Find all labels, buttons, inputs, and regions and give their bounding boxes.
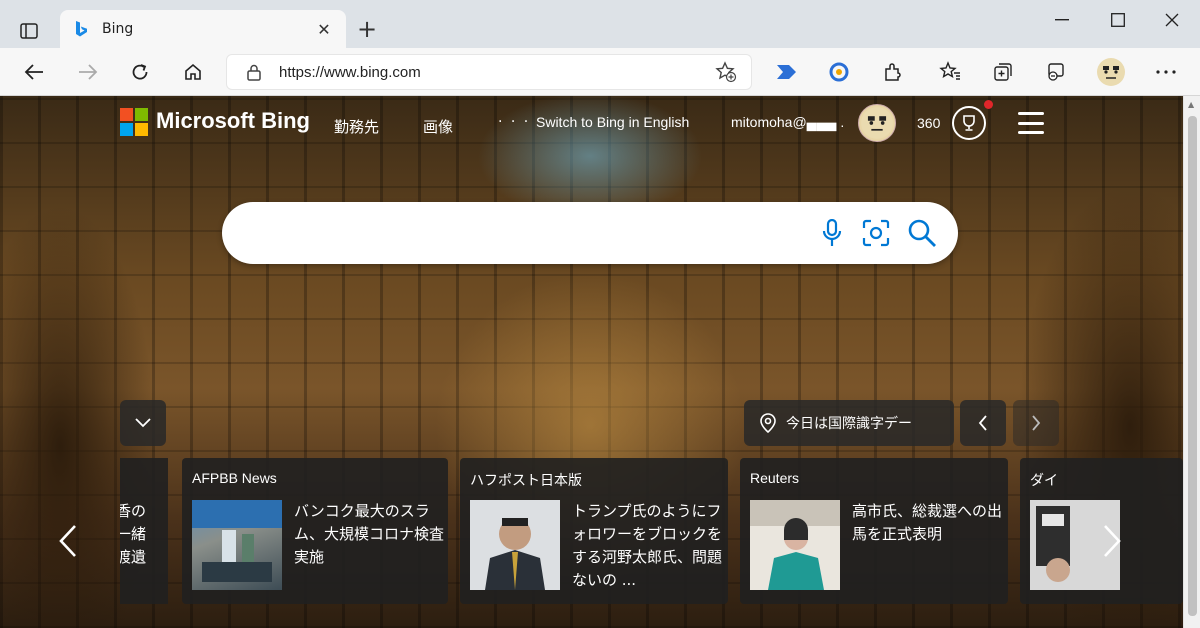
maximize-button[interactable]	[1090, 6, 1146, 34]
news-next-arrow-icon[interactable]	[1102, 524, 1122, 566]
tab-close-icon[interactable]: ✕	[314, 20, 334, 39]
more-nav-button[interactable]: · · ·	[498, 114, 530, 130]
tab-actions-icon[interactable]	[14, 16, 44, 46]
extension-arrow-icon[interactable]	[770, 56, 802, 88]
new-tab-button[interactable]: +	[352, 14, 382, 44]
settings-more-icon[interactable]	[1150, 56, 1182, 88]
tab-strip: Bing ✕ +	[0, 0, 1200, 48]
home-button[interactable]	[177, 56, 209, 88]
news-headline: 高市氏、総裁選への出馬を正式表明	[852, 502, 1003, 543]
news-headline: バンコク最大のスラム、大規模コロナ検査実施	[294, 502, 445, 566]
address-bar[interactable]: https://www.bing.com	[226, 54, 752, 90]
news-thumbnail	[750, 500, 840, 590]
search-box	[222, 202, 958, 264]
location-pin-icon	[760, 413, 776, 433]
menu-icon[interactable]	[1018, 112, 1044, 134]
brand-title[interactable]: Microsoft Bing	[156, 108, 310, 134]
news-source: ダイ	[1030, 472, 1058, 488]
user-email[interactable]: mitomoha@▄▄▄ .	[731, 114, 844, 130]
profile-avatar[interactable]	[1094, 55, 1128, 89]
news-headline: 香の 一緒 渡遺 .	[120, 502, 147, 589]
microphone-icon[interactable]	[816, 217, 848, 249]
next-image-button[interactable]	[1013, 400, 1059, 446]
extension-search-icon[interactable]	[823, 56, 855, 88]
news-thumbnail	[470, 500, 560, 590]
nav-images[interactable]: 画像	[423, 116, 453, 137]
url-text[interactable]: https://www.bing.com	[279, 64, 713, 81]
user-avatar[interactable]	[858, 104, 896, 142]
ie-mode-icon[interactable]	[1040, 56, 1072, 88]
forward-button[interactable]	[72, 56, 104, 88]
previous-image-button[interactable]	[960, 400, 1006, 446]
scroll-up-icon[interactable]: ▲	[1188, 100, 1194, 109]
rewards-trophy-icon[interactable]	[952, 106, 986, 140]
add-favorite-icon[interactable]	[713, 59, 739, 85]
news-card[interactable]: AFPBB News バンコク最大のスラム、大規模コロナ検査実施	[182, 458, 448, 604]
news-source: ハフポスト日本版	[470, 472, 582, 488]
back-button[interactable]	[18, 56, 50, 88]
close-window-button[interactable]	[1144, 6, 1200, 34]
tab-bing[interactable]: Bing ✕	[60, 10, 346, 48]
news-card[interactable]: ハフポスト日本版 トランプ氏のようにフォロワーをブロックをする河野太郎氏、問題な…	[460, 458, 728, 604]
favorites-icon[interactable]	[934, 56, 966, 88]
news-prev-arrow-icon[interactable]	[58, 524, 78, 566]
visual-search-icon[interactable]	[860, 217, 892, 249]
news-thumbnail	[192, 500, 282, 590]
news-card-partial-left[interactable]: 香の 一緒 渡遺 .	[120, 458, 168, 604]
microsoft-logo-icon[interactable]	[120, 108, 148, 136]
news-headline: トランプ氏のようにフォロワーをブロックをする河野太郎氏、問題ないの ...	[572, 502, 723, 589]
news-source: Reuters	[750, 470, 800, 486]
bing-logo-icon	[76, 21, 87, 37]
browser-window: Bing ✕ + https://www.bing.com Microsoft …	[0, 0, 1200, 628]
today-label: 今日は国際識字デー	[786, 416, 912, 432]
minimize-button[interactable]	[1034, 6, 1090, 34]
image-info-button[interactable]: 今日は国際識字デー	[744, 400, 954, 446]
bing-homepage: Microsoft Bing 勤務先 画像 · · · Switch to Bi…	[0, 96, 1183, 628]
scrollbar-thumb[interactable]	[1188, 116, 1197, 616]
extensions-icon[interactable]	[877, 56, 909, 88]
toolbar: https://www.bing.com	[0, 48, 1200, 96]
search-icon[interactable]	[906, 217, 938, 249]
lock-icon[interactable]	[245, 63, 263, 81]
refresh-button[interactable]	[124, 56, 156, 88]
rewards-points[interactable]: 360	[917, 115, 940, 131]
collapse-feed-button[interactable]	[120, 400, 166, 446]
collections-icon[interactable]	[987, 56, 1019, 88]
page-scrollbar[interactable]: ▲	[1183, 96, 1200, 628]
tab-title: Bing	[102, 21, 134, 37]
nav-work[interactable]: 勤務先	[334, 116, 379, 137]
news-card[interactable]: Reuters 高市氏、総裁選への出馬を正式表明	[740, 458, 1008, 604]
search-input[interactable]	[246, 216, 806, 250]
news-source: AFPBB News	[192, 470, 277, 486]
switch-language-link[interactable]: Switch to Bing in English	[536, 114, 689, 130]
notification-dot	[984, 100, 993, 109]
